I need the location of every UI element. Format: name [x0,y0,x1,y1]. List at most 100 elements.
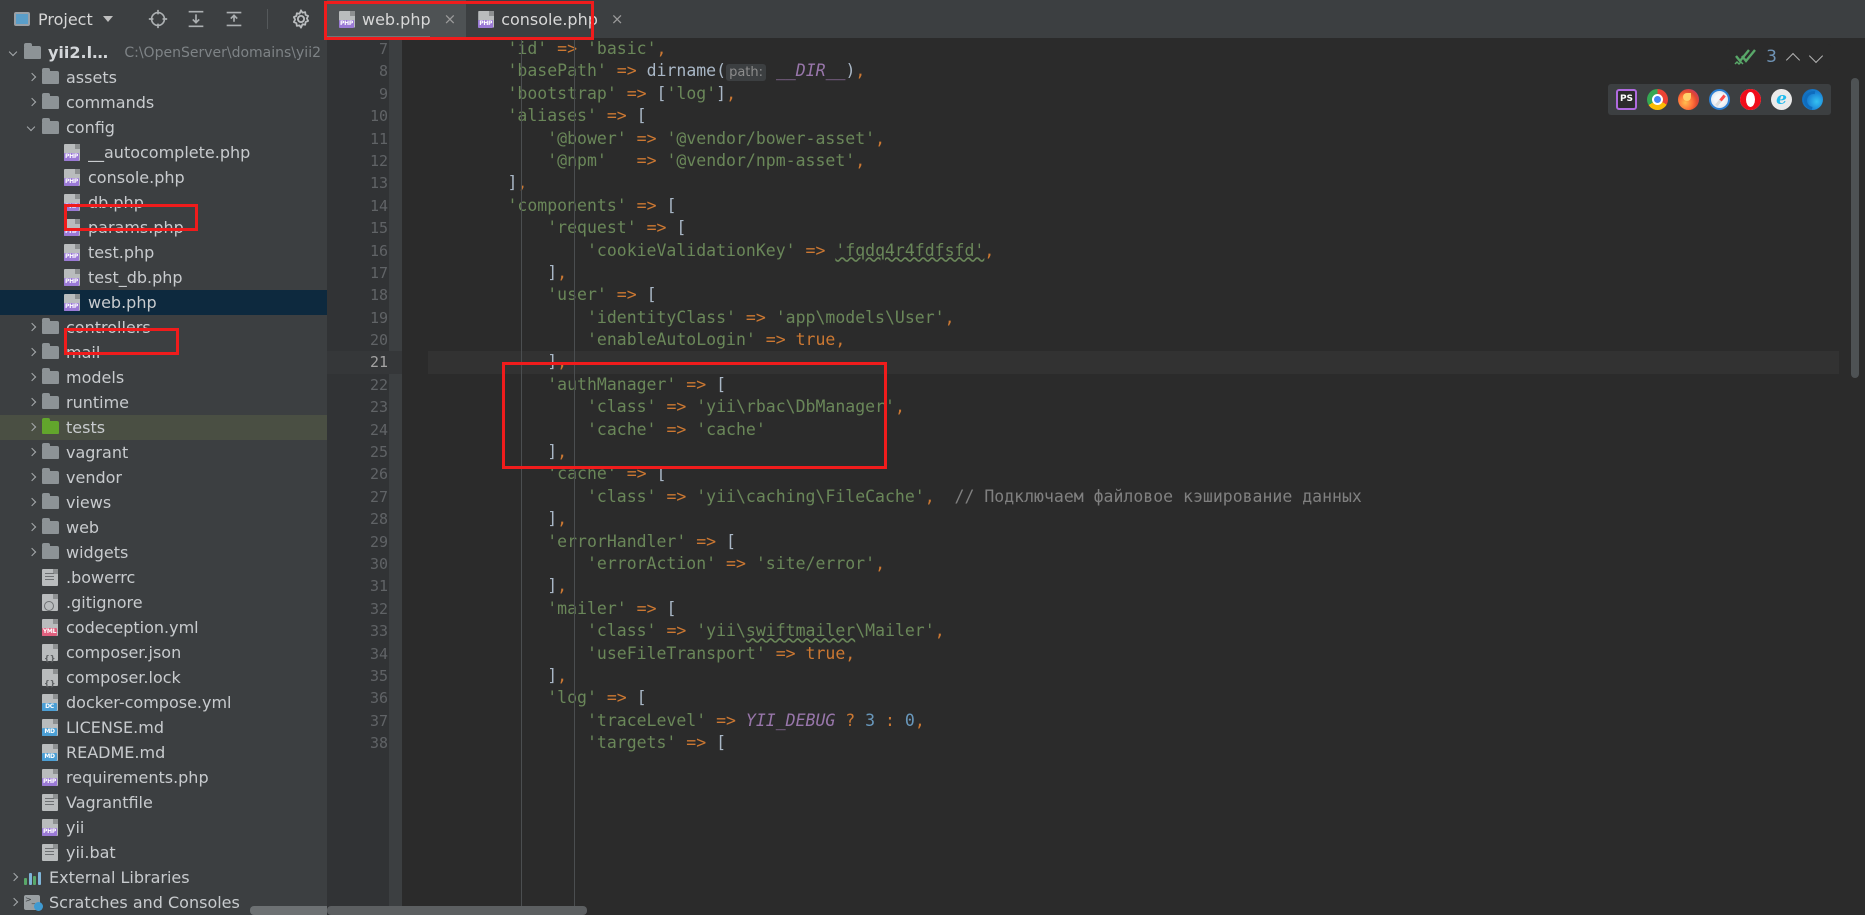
tree-item-composer-json[interactable]: composer.json [0,640,327,665]
tree-item-readme-md[interactable]: MD README.md [0,740,327,765]
editor-vertical-scrollbar[interactable] [1851,78,1859,378]
tree-item-assets[interactable]: assets [0,65,327,90]
line-number[interactable]: 22 [327,374,420,396]
code-line[interactable]: 'cache' => [ [428,463,1839,485]
tree-item-web[interactable]: web [0,515,327,540]
locate-icon[interactable] [147,8,169,30]
line-number[interactable]: 7 [327,38,402,60]
line-number[interactable]: 29 [327,531,420,553]
line-number[interactable]: 9 [327,83,402,105]
tree-item-db-php[interactable]: PHP db.php [0,190,327,215]
line-number[interactable]: 25 [327,441,402,463]
code-line[interactable]: 'mailer' => [ [428,598,1839,620]
tree-item-views[interactable]: views [0,490,327,515]
code-line[interactable]: ], [428,665,1839,687]
edge-icon[interactable] [1802,89,1823,110]
tree-item-mail[interactable]: mail [0,340,327,365]
internet-explorer-icon[interactable]: e [1771,89,1792,110]
project-tree-panel[interactable]: yii2.local C:\OpenServer\domains\yii2 asse… [0,38,327,915]
code-line[interactable]: '@npm' => '@vendor/npm-asset', [428,150,1839,172]
tree-item-docker-compose-yml[interactable]: DC docker-compose.yml [0,690,327,715]
editor-right-rail[interactable] [1839,38,1865,915]
line-number[interactable]: 16 [327,240,402,262]
code-line[interactable]: 'traceLevel' => YII_DEBUG ? 3 : 0, [428,710,1839,732]
line-number[interactable]: 24 [327,419,402,441]
tree-item-autocomplete-php[interactable]: PHP __autocomplete.php [0,140,327,165]
tree-item-gitignore[interactable]: .gitignore [0,590,327,615]
code-line[interactable]: 'errorAction' => 'site/error', [428,553,1839,575]
chevron-right-icon[interactable] [26,422,38,434]
line-number[interactable]: 17 [327,262,420,284]
chevron-right-icon[interactable] [26,547,38,559]
chevron-right-icon[interactable] [8,897,20,909]
collapse-all-icon[interactable] [223,8,245,30]
line-number[interactable]: 23 [327,396,402,418]
code-line[interactable]: ], [428,508,1839,530]
line-number[interactable]: 11 [327,128,402,150]
safari-icon[interactable] [1709,89,1730,110]
code-line[interactable]: 'class' => 'yii\rbac\DbManager', [428,396,1839,418]
tree-item-codeception-yml[interactable]: YML codeception.yml [0,615,327,640]
inspection-widget[interactable]: 3 [1726,44,1831,70]
line-number[interactable]: 38 [327,732,420,754]
line-number[interactable]: 35 [327,665,420,687]
tree-item-test-php[interactable]: PHP test.php [0,240,327,265]
expand-all-icon[interactable] [185,8,207,30]
opera-icon[interactable] [1740,89,1761,110]
line-number[interactable]: 19 [327,307,402,329]
chevron-right-icon[interactable] [26,372,38,384]
tree-item-runtime[interactable]: runtime [0,390,327,415]
code-line[interactable]: 'class' => 'yii\caching\FileCache', // П… [428,486,1839,508]
tab-web-php[interactable]: PHP web.php × [327,0,467,38]
tab-console-php[interactable]: PHP console.php × [466,0,633,38]
code-line[interactable]: ], [428,262,1839,284]
tree-item-models[interactable]: models [0,365,327,390]
close-icon[interactable]: × [611,10,624,28]
line-number[interactable]: 12 [327,150,402,172]
line-number[interactable]: 30 [327,553,402,575]
line-number[interactable]: 15 [327,217,420,239]
code-line[interactable]: 'class' => 'yii\swiftmailer\Mailer', [428,620,1839,642]
chevron-down-icon[interactable] [102,16,113,22]
code-line[interactable]: ], [428,441,1839,463]
code-editor[interactable]: 7 8 9 10 11 12 13 14 15 16 17 18 19 20 21 22 23 24 25 26 27 2… [327,38,1865,915]
project-tool-button[interactable]: Project [0,0,123,38]
line-number[interactable]: 28 [327,508,420,530]
gear-icon[interactable] [290,8,312,30]
line-number[interactable]: 27 [327,486,402,508]
code-line[interactable]: 'request' => [ [428,217,1839,239]
line-number-gutter[interactable]: 7 8 9 10 11 12 13 14 15 16 17 18 19 20 21 22 23 24 25 26 27 2… [327,38,420,915]
tree-item-bowerrc[interactable]: .bowerrc [0,565,327,590]
chevron-down-icon[interactable] [1810,51,1823,64]
code-line[interactable]: 'authManager' => [ [428,374,1839,396]
code-line[interactable]: 'basePath' => dirname(path: __DIR__), [428,60,1839,82]
code-line[interactable]: ], [428,575,1839,597]
tree-item-requirements-php[interactable]: PHP requirements.php [0,765,327,790]
chevron-right-icon[interactable] [26,447,38,459]
chevron-down-icon[interactable] [8,47,20,59]
line-number[interactable]: 26 [327,463,402,485]
tree-item-composer-lock[interactable]: composer.lock [0,665,327,690]
tree-item-console-php[interactable]: PHP console.php [0,165,327,190]
tree-item-vagrantfile[interactable]: Vagrantfile [0,790,327,815]
code-line[interactable]: 'identityClass' => 'app\models\User', [428,307,1839,329]
tree-item-vagrant[interactable]: vagrant [0,440,327,465]
tree-item-yii2-local[interactable]: yii2.local C:\OpenServer\domains\yii2 [0,40,327,65]
tree-item-yii[interactable]: PHP yii [0,815,327,840]
code-line[interactable]: 'cache' => 'cache' [428,419,1839,441]
chevron-right-icon[interactable] [26,72,38,84]
chevron-right-icon[interactable] [26,497,38,509]
tree-item-config[interactable]: config [0,115,327,140]
code-line[interactable]: ], [428,172,1839,194]
chevron-right-icon[interactable] [26,347,38,359]
chevron-up-icon[interactable] [1787,51,1800,64]
chevron-right-icon[interactable] [26,97,38,109]
line-number[interactable]: 8 [327,60,402,82]
line-number[interactable]: 32 [327,598,420,620]
tree-item-external-libraries[interactable]: External Libraries [0,865,327,890]
browser-popup[interactable]: PS e [1608,84,1831,115]
line-number[interactable]: 13 [327,172,420,194]
code-line[interactable]: 'id' => 'basic', [428,38,1839,60]
editor-horizontal-scrollbar[interactable] [327,906,587,915]
tree-item-license-md[interactable]: MD LICENSE.md [0,715,327,740]
